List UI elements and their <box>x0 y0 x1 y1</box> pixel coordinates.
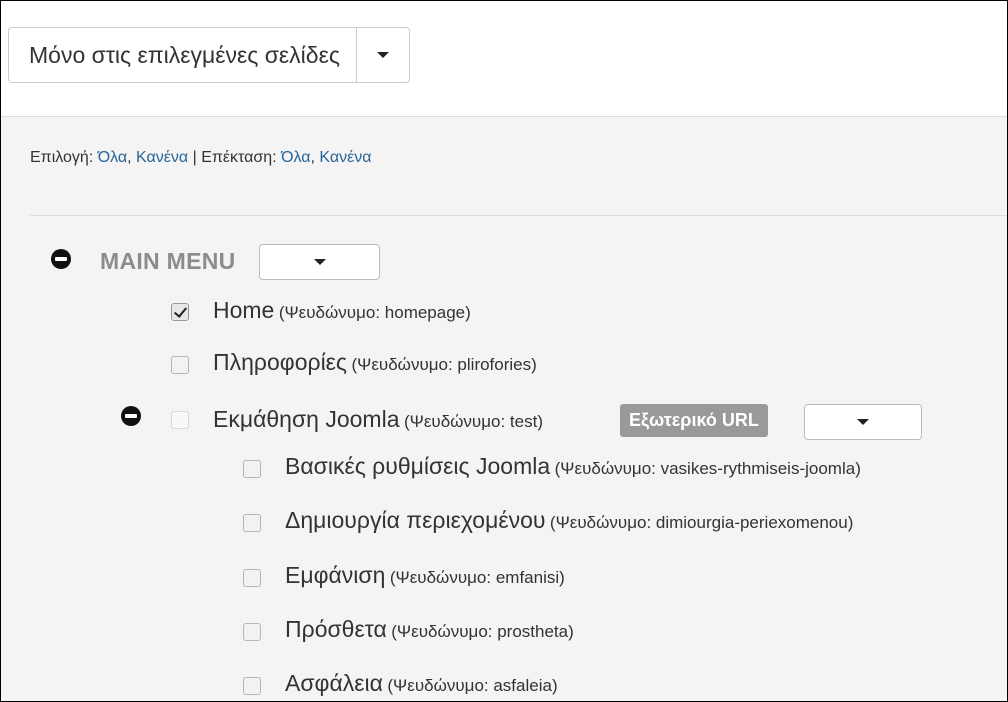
menu-item-alias: (Ψευδώνυμο: dimiourgia-periexomenou) <box>549 513 854 532</box>
menu-item-name: Πρόσθετα <box>285 616 387 642</box>
menu-item-name: Ασφάλεια <box>285 670 383 696</box>
menu-item-name: Εκμάθηση Joomla <box>213 406 400 432</box>
menu-item-vasikes-rythmiseis[interactable]: Βασικές ρυθμίσεις Joomla (Ψευδώνυμο: vas… <box>285 453 861 480</box>
checkbox-emfanisi[interactable] <box>243 569 261 587</box>
menu-item-alias: (Ψευδώνυμο: prostheta) <box>391 622 574 641</box>
checkbox-dimiourgia-periexomenou[interactable] <box>243 514 261 532</box>
menu-assignment-panel: Μόνο στις επιλεγμένες σελίδες Επιλογή: Ό… <box>0 0 1008 702</box>
minus-circle-icon[interactable] <box>121 406 141 426</box>
menu-item-name: Δημιουργία περιεχομένου <box>285 507 546 533</box>
checkbox-plirofories[interactable] <box>171 356 189 374</box>
checkbox-asfaleia[interactable] <box>243 677 261 695</box>
selection-controls: Επιλογή: Όλα, Κανένα | Επέκταση: Όλα, Κα… <box>30 149 371 167</box>
menu-options-dropdown[interactable] <box>259 244 380 280</box>
select-none-link[interactable]: Κανένα <box>136 149 188 166</box>
pipe-separator: | <box>192 149 197 166</box>
menu-item-name: Home <box>213 297 275 323</box>
caret-down-icon <box>313 259 326 265</box>
menu-item-home[interactable]: Home (Ψευδώνυμο: homepage) <box>213 297 471 324</box>
checkbox-home[interactable] <box>171 303 189 321</box>
menu-item-plirofories[interactable]: Πληροφορίες (Ψευδώνυμο: plirofories) <box>213 349 537 376</box>
checkbox-vasikes-rythmiseis[interactable] <box>243 460 261 478</box>
menu-item-emfanisi[interactable]: Εμφάνιση (Ψευδώνυμο: emfanisi) <box>285 562 565 589</box>
menu-item-name: Πληροφορίες <box>213 349 348 375</box>
divider <box>30 215 1007 216</box>
external-url-badge: Εξωτερικό URL <box>620 404 768 437</box>
menu-item-alias: (Ψευδώνυμο: plirofories) <box>351 355 537 374</box>
menu-assignment-dropdown-button[interactable] <box>355 28 409 82</box>
menu-item-alias: (Ψευδώνυμο: asfaleia) <box>387 676 558 695</box>
expand-all-link[interactable]: Όλα <box>281 149 310 166</box>
menu-item-alias: (Ψευδώνυμο: vasikes-rythmiseis-joomla) <box>554 459 861 478</box>
menu-item-asfaleia[interactable]: Ασφάλεια (Ψευδώνυμο: asfaleia) <box>285 670 558 697</box>
menu-item-ekmathisi-joomla[interactable]: Εκμάθηση Joomla (Ψευδώνυμο: test) <box>213 406 543 433</box>
select-all-link[interactable]: Όλα <box>98 149 127 166</box>
menu-item-name: Εμφάνιση <box>285 562 386 588</box>
menu-assignment-selected-value[interactable]: Μόνο στις επιλεγμένες σελίδες <box>9 28 356 82</box>
item-options-dropdown[interactable] <box>804 404 922 440</box>
menu-item-alias: (Ψευδώνυμο: homepage) <box>278 303 471 322</box>
assignment-header: Μόνο στις επιλεγμένες σελίδες <box>1 1 1007 117</box>
menu-item-alias: (Ψευδώνυμο: emfanisi) <box>389 568 565 587</box>
menu-item-alias: (Ψευδώνυμο: test) <box>403 412 543 431</box>
select-label: Επιλογή: <box>30 149 94 166</box>
checkbox-ekmathisi-joomla[interactable] <box>171 411 189 429</box>
checkbox-prostheta[interactable] <box>243 623 261 641</box>
expand-label: Επέκταση: <box>201 149 277 166</box>
minus-circle-icon[interactable] <box>51 249 71 269</box>
caret-down-icon <box>376 52 389 58</box>
menu-item-dimiourgia-periexomenou[interactable]: Δημιουργία περιεχομένου (Ψευδώνυμο: dimi… <box>285 507 853 534</box>
comma-separator: , <box>127 149 132 166</box>
expand-none-link[interactable]: Κανένα <box>319 149 371 166</box>
comma-separator: , <box>310 149 315 166</box>
caret-down-icon <box>857 419 869 425</box>
menu-item-name: Βασικές ρυθμίσεις Joomla <box>285 453 551 479</box>
menu-item-prostheta[interactable]: Πρόσθετα (Ψευδώνυμο: prostheta) <box>285 616 574 643</box>
menu-title: MAIN MENU <box>100 248 236 274</box>
menu-assignment-select[interactable]: Μόνο στις επιλεγμένες σελίδες <box>8 27 410 83</box>
